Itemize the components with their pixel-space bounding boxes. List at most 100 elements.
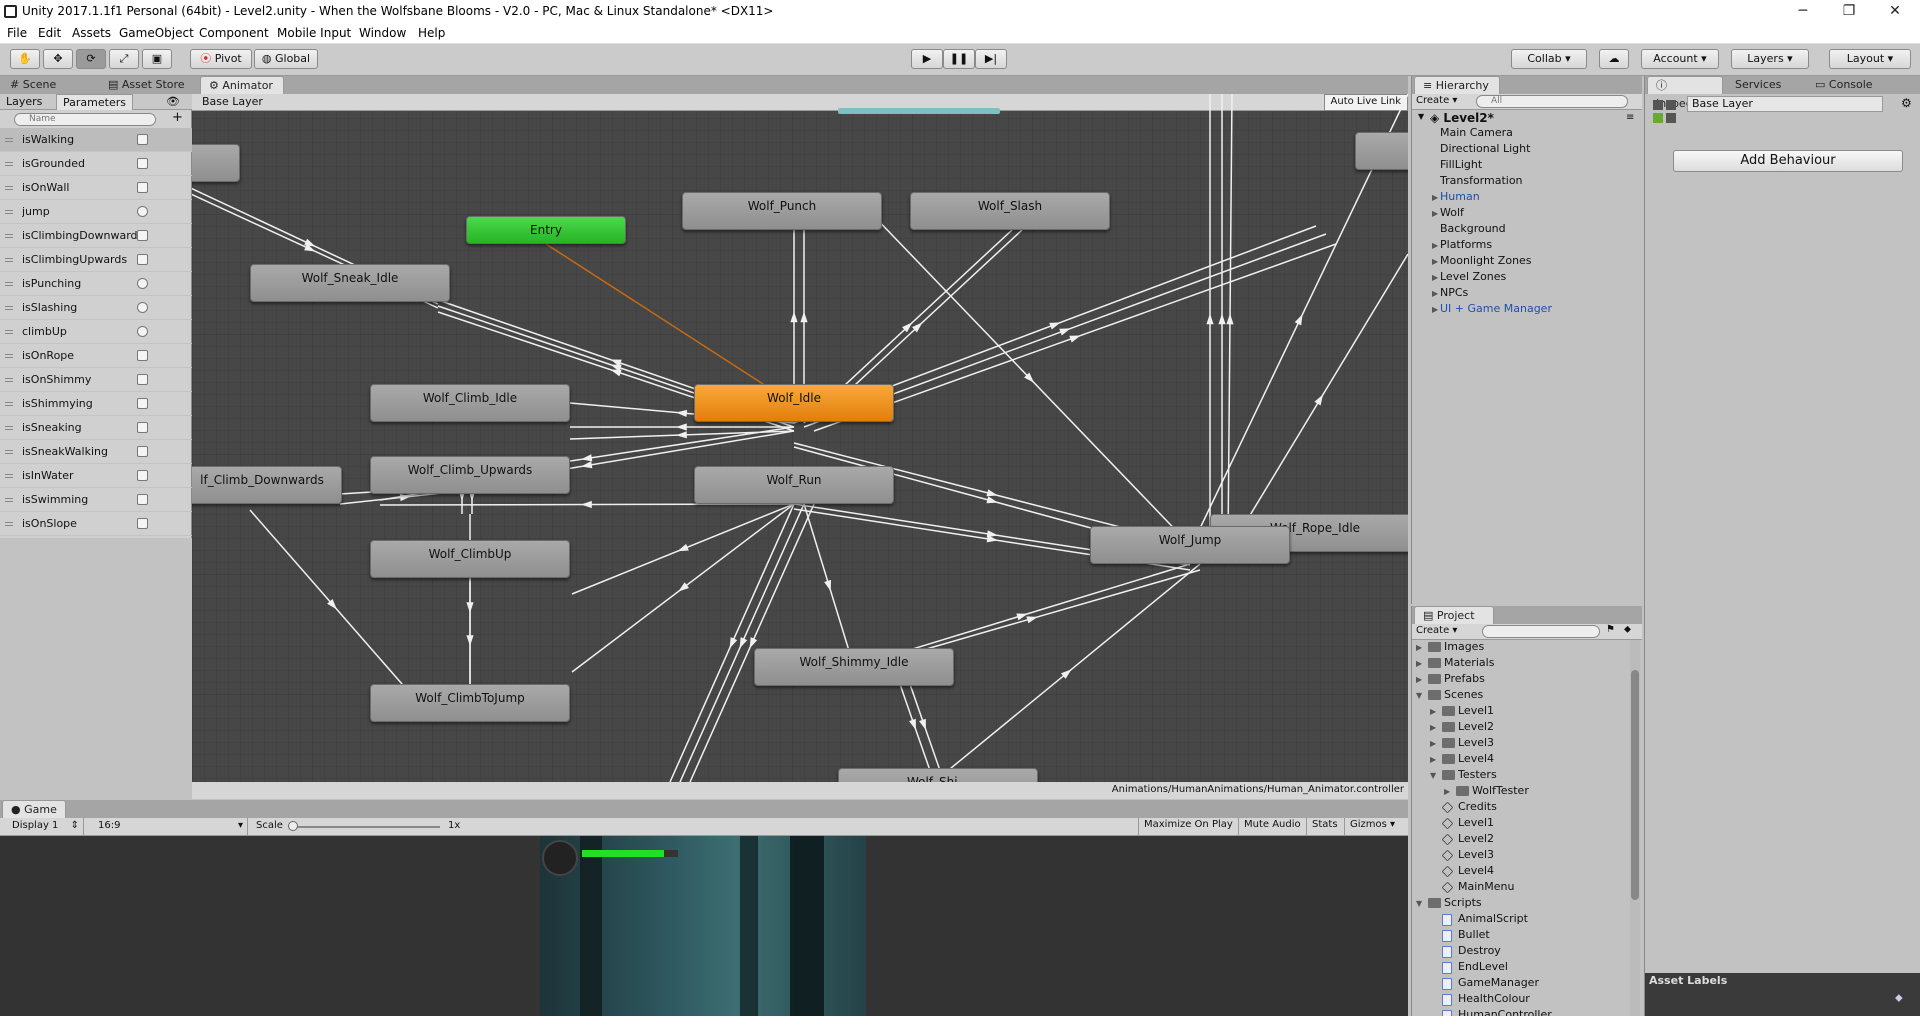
filter-icon[interactable]: ⚑ [1606, 624, 1615, 635]
game-viewport[interactable] [0, 836, 1408, 1016]
hierarchy-item[interactable]: Level Zones [1440, 270, 1506, 283]
drag-handle-icon[interactable] [5, 378, 13, 382]
project-item[interactable]: Level2 [1458, 720, 1494, 733]
parameter-row[interactable]: jump [0, 200, 192, 224]
trigger-radio[interactable] [137, 326, 148, 337]
expand-arrow-icon[interactable]: ▶ [1430, 755, 1436, 764]
add-behaviour-button[interactable]: Add Behaviour [1673, 150, 1903, 172]
parameter-row[interactable]: isWalking [0, 128, 192, 152]
rect-tool-button[interactable]: ▣ [142, 49, 172, 69]
menu-file[interactable]: File [7, 26, 27, 40]
tab-console[interactable]: ▭ Console [1807, 76, 1881, 94]
add-parameter-button[interactable]: + [172, 110, 183, 125]
tab-project[interactable]: ▤ Project [1414, 606, 1494, 624]
drag-handle-icon[interactable] [5, 330, 13, 334]
tab-hierarchy[interactable]: ≡ Hierarchy [1414, 76, 1500, 94]
account-dropdown[interactable]: Account ▾ [1641, 49, 1719, 69]
project-item[interactable]: WolfTester [1472, 784, 1529, 797]
state-wolf-punch[interactable]: Wolf_Punch [682, 192, 882, 230]
parameter-row[interactable]: isOnWall [0, 176, 192, 200]
parameter-name[interactable]: isGrounded [22, 157, 140, 170]
bool-checkbox[interactable] [137, 398, 148, 409]
drag-handle-icon[interactable] [5, 138, 13, 142]
play-button[interactable]: ▶ [911, 49, 943, 69]
state-wolf-shimmy-idle[interactable]: Wolf_Shimmy_Idle [754, 648, 954, 686]
hierarchy-item[interactable]: Moonlight Zones [1440, 254, 1532, 267]
project-item[interactable]: Destroy [1458, 944, 1501, 957]
project-item[interactable]: Images [1444, 640, 1484, 653]
expand-arrow-icon[interactable]: ▶ [1416, 643, 1422, 652]
animator-graph[interactable]: Base Layer Auto Live Link Entry Wolf_Pun… [192, 94, 1408, 782]
close-button[interactable]: ✕ [1872, 0, 1918, 24]
parameter-row[interactable]: isPunching [0, 272, 192, 296]
drag-handle-icon[interactable] [5, 210, 13, 214]
project-search-input[interactable] [1482, 625, 1600, 638]
state-node-offscreen-right[interactable] [1355, 132, 1408, 170]
menu-help[interactable]: Help [418, 26, 445, 40]
project-item[interactable]: GameManager [1458, 976, 1539, 989]
parameter-name[interactable]: isClimbingDownwards [22, 229, 140, 242]
state-wolf-slash[interactable]: Wolf_Slash [910, 192, 1110, 230]
parameter-row[interactable]: climbUp [0, 320, 192, 344]
scene-expand-icon[interactable]: ▼ [1418, 112, 1424, 121]
expand-arrow-icon[interactable]: ▶ [1432, 305, 1438, 314]
project-scrollbar-thumb[interactable] [1631, 670, 1639, 900]
hierarchy-item[interactable]: Main Camera [1440, 126, 1513, 139]
expand-arrow-icon[interactable]: ▼ [1416, 691, 1422, 700]
bool-checkbox[interactable] [137, 422, 148, 433]
tab-parameters[interactable]: Parameters [56, 94, 133, 110]
parameter-row[interactable]: isOnSlope [0, 512, 192, 536]
layers-dropdown[interactable]: Layers ▾ [1731, 49, 1809, 69]
expand-arrow-icon[interactable]: ▶ [1432, 209, 1438, 218]
project-item[interactable]: Testers [1458, 768, 1497, 781]
drag-handle-icon[interactable] [5, 282, 13, 286]
project-item[interactable]: EndLevel [1458, 960, 1508, 973]
scale-slider-thumb[interactable] [288, 821, 298, 831]
bool-checkbox[interactable] [137, 470, 148, 481]
project-item[interactable]: Level4 [1458, 752, 1494, 765]
state-wolf-climb-downwards[interactable]: lf_Climb_Downwards [192, 466, 342, 504]
state-wolf-climb-upwards[interactable]: Wolf_Climb_Upwards [370, 456, 570, 494]
project-scrollbar[interactable] [1630, 640, 1640, 1016]
parameter-name[interactable]: isSneakWalking [22, 445, 140, 458]
global-toggle[interactable]: ◍ Global [254, 49, 318, 69]
project-item[interactable]: HumanController [1458, 1008, 1552, 1016]
expand-arrow-icon[interactable]: ▶ [1432, 257, 1438, 266]
drag-handle-icon[interactable] [5, 234, 13, 238]
rotate-tool-button[interactable]: ⟳ [76, 49, 106, 69]
hierarchy-item[interactable]: Directional Light [1440, 142, 1530, 155]
bool-checkbox[interactable] [137, 158, 148, 169]
drag-handle-icon[interactable] [5, 402, 13, 406]
menu-edit[interactable]: Edit [38, 26, 61, 40]
minimize-button[interactable]: ─ [1780, 0, 1826, 24]
tab-layers[interactable]: Layers [6, 95, 42, 108]
parameter-row[interactable]: isOnRope [0, 344, 192, 368]
project-item[interactable]: HealthColour [1458, 992, 1530, 1005]
pivot-toggle[interactable]: ⦿ Pivot [190, 49, 252, 69]
tab-services[interactable]: Services [1727, 76, 1789, 94]
label-icon[interactable]: ⬥ [1624, 624, 1631, 635]
parameter-name[interactable]: isOnRope [22, 349, 140, 362]
drag-handle-icon[interactable] [5, 450, 13, 454]
expand-arrow-icon[interactable]: ▶ [1444, 787, 1450, 796]
project-item[interactable]: Credits [1458, 800, 1497, 813]
trigger-radio[interactable] [137, 302, 148, 313]
eye-icon[interactable]: 👁 [166, 95, 180, 108]
state-node-offscreen-left[interactable] [192, 144, 240, 182]
menu-component[interactable]: Component [199, 26, 269, 40]
hand-tool-button[interactable]: ✋ [10, 49, 40, 69]
collab-dropdown[interactable]: Collab ▾ [1511, 49, 1587, 69]
parameter-name[interactable]: isWalking [22, 133, 140, 146]
parameter-name[interactable]: isSneaking [22, 421, 140, 434]
parameter-row[interactable]: isClimbingDownwards [0, 224, 192, 248]
parameter-row[interactable]: isOnShimmy [0, 368, 192, 392]
expand-arrow-icon[interactable]: ▶ [1416, 675, 1422, 684]
bool-checkbox[interactable] [137, 230, 148, 241]
tag-icon[interactable]: ⬥ [1895, 991, 1903, 1005]
expand-arrow-icon[interactable]: ▶ [1432, 289, 1438, 298]
drag-handle-icon[interactable] [5, 306, 13, 310]
move-tool-button[interactable]: ✥ [43, 49, 73, 69]
bool-checkbox[interactable] [137, 134, 148, 145]
bool-checkbox[interactable] [137, 518, 148, 529]
bool-checkbox[interactable] [137, 494, 148, 505]
